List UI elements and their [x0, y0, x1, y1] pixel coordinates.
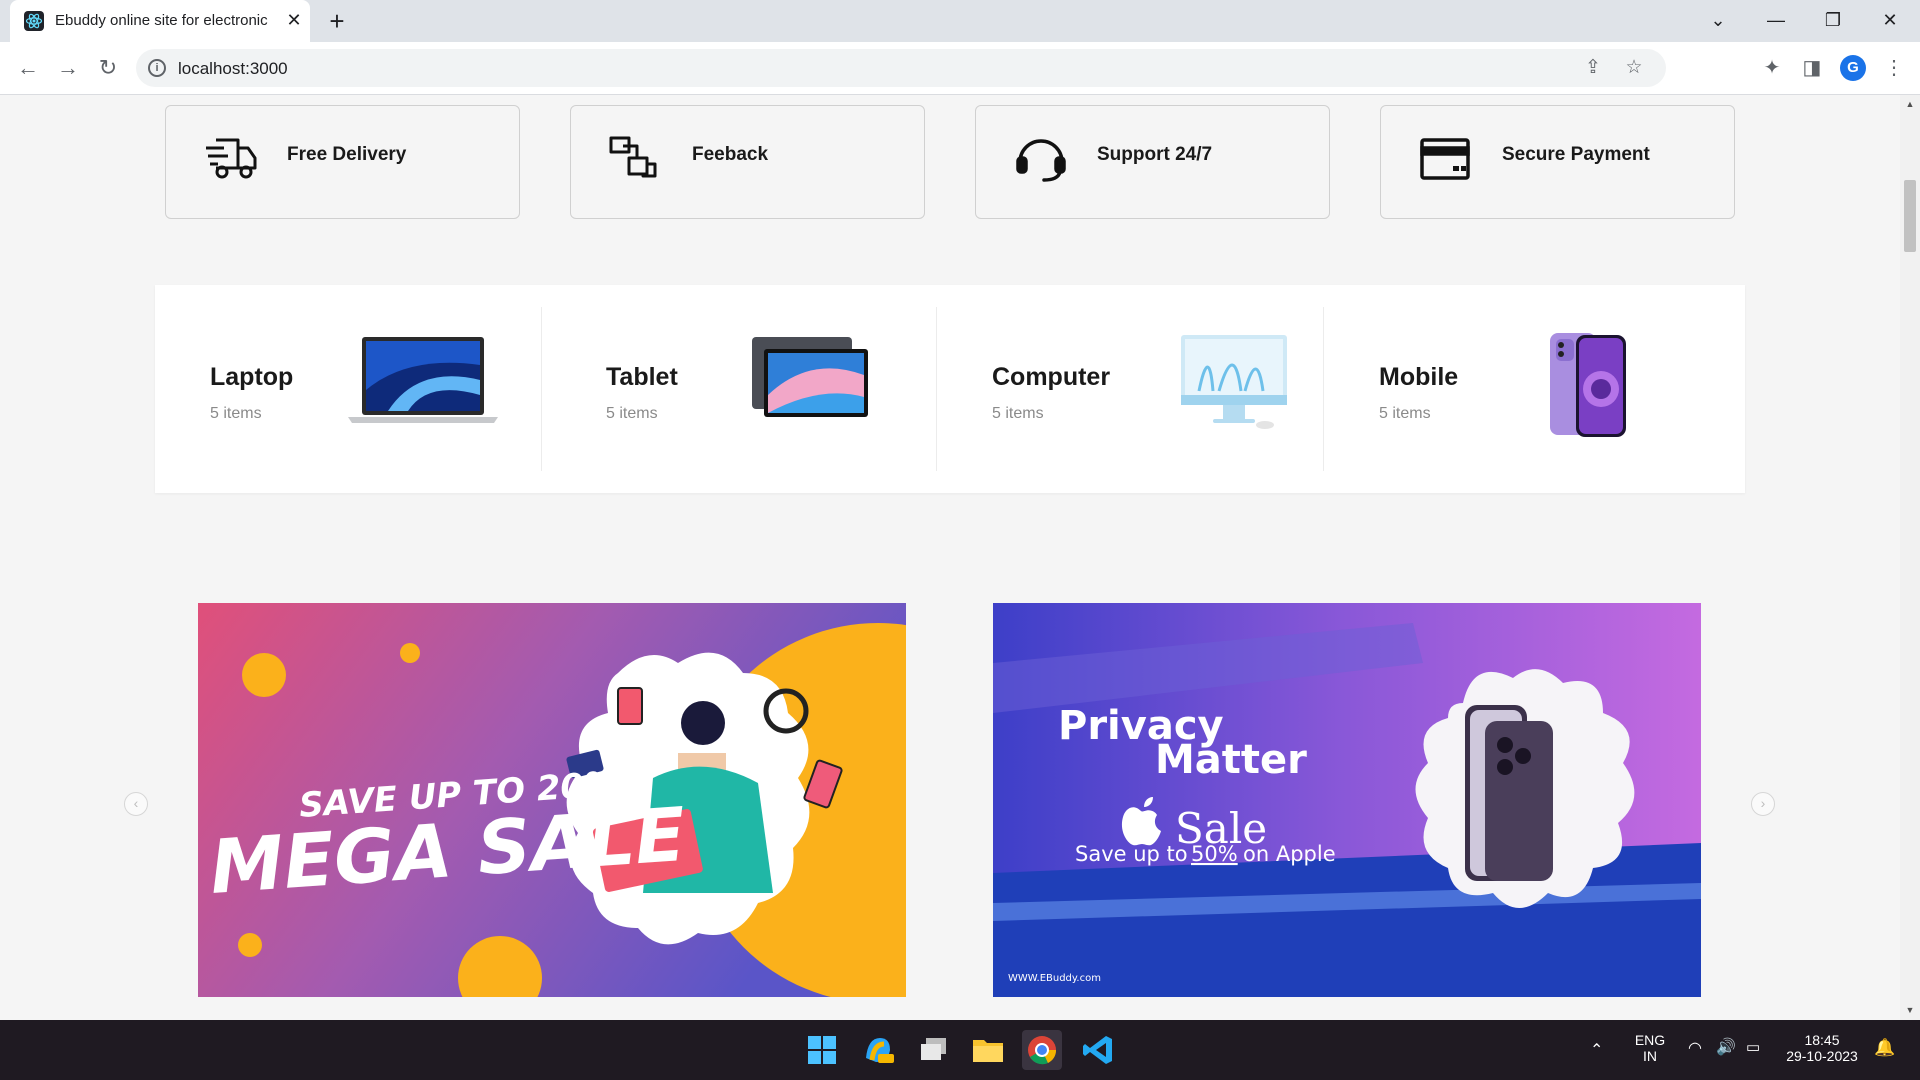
- windows-start-icon[interactable]: [802, 1030, 842, 1070]
- back-arrow-icon[interactable]: ←: [12, 52, 44, 84]
- side-panel-icon[interactable]: ◨: [1798, 54, 1826, 82]
- computer-image: [1179, 333, 1289, 438]
- feature-feedback: Feeback: [570, 105, 925, 219]
- browser-tab[interactable]: Ebuddy online site for electronic ✕: [10, 0, 310, 42]
- url-text: localhost:3000: [178, 59, 288, 78]
- clock-date: 29-10-2023: [1786, 1048, 1858, 1064]
- banner-privacy-matter[interactable]: Privacy Matter Sale Save up to 50% on Ap…: [993, 603, 1701, 997]
- react-favicon-icon: [24, 11, 44, 31]
- scroll-thumb[interactable]: [1904, 180, 1916, 252]
- laptop-image: [348, 335, 498, 430]
- feature-support: Support 24/7: [975, 105, 1330, 219]
- category-name: Tablet: [606, 363, 678, 391]
- divider: [541, 307, 542, 471]
- category-computer[interactable]: Computer 5 items: [937, 285, 1324, 493]
- tab-title: Ebuddy online site for electronic: [55, 12, 268, 29]
- restore-button[interactable]: ❐: [1805, 0, 1861, 40]
- clock-time: 18:45: [1804, 1032, 1840, 1048]
- new-tab-button[interactable]: +: [322, 6, 352, 36]
- category-laptop[interactable]: Laptop 5 items: [155, 285, 542, 493]
- language-indicator[interactable]: ENG IN: [1630, 1032, 1670, 1064]
- banner-right-tagline-pre: Save up to: [1075, 842, 1188, 866]
- forward-arrow-icon[interactable]: →: [52, 52, 84, 84]
- feature-label: Free Delivery: [287, 144, 407, 165]
- copilot-icon[interactable]: [858, 1030, 898, 1070]
- category-count: 5 items: [1379, 405, 1431, 422]
- page-scrollbar[interactable]: ▲ ▼: [1900, 95, 1920, 1020]
- scroll-up-arrow-icon[interactable]: ▲: [1900, 99, 1920, 109]
- tray-overflow-chevron-icon[interactable]: ⌃: [1590, 1040, 1603, 1060]
- banner-right-tagline-pct: 50%: [1191, 842, 1238, 866]
- banner-right-footer: WWW.EBuddy.com: [1008, 973, 1101, 984]
- banner-right-tagline-post: on Apple: [1243, 842, 1336, 866]
- clock[interactable]: 18:45 29-10-2023: [1782, 1032, 1862, 1064]
- feedback-icon: [609, 134, 663, 184]
- vscode-icon[interactable]: [1078, 1030, 1118, 1070]
- share-icon[interactable]: ⇪: [1582, 57, 1604, 79]
- page-viewport: Free Delivery Feeback Support 24/7 Secur…: [0, 95, 1900, 1020]
- category-count: 5 items: [210, 405, 262, 422]
- reload-icon[interactable]: ↻: [92, 52, 124, 84]
- chrome-menu-icon[interactable]: ⋮: [1880, 54, 1908, 82]
- battery-icon[interactable]: ▭: [1746, 1038, 1760, 1056]
- banner-mega-sale[interactable]: SAVE UP TO 20% MEGA SALE: [198, 603, 906, 997]
- address-bar[interactable]: i localhost:3000 ⇪ ☆: [136, 49, 1666, 87]
- tab-close-icon[interactable]: ✕: [282, 8, 306, 32]
- headset-icon: [1014, 134, 1068, 184]
- task-view-icon[interactable]: [914, 1030, 954, 1070]
- category-name: Computer: [992, 363, 1111, 391]
- volume-icon[interactable]: 🔊: [1716, 1037, 1736, 1057]
- carousel-prev-button[interactable]: ‹: [124, 792, 148, 816]
- banner-right-line2: Matter: [1155, 737, 1307, 783]
- chrome-taskbar-icon[interactable]: [1022, 1030, 1062, 1070]
- tablet-image: [750, 335, 870, 424]
- category-tablet[interactable]: Tablet 5 items: [550, 285, 937, 493]
- truck-icon: [204, 134, 258, 184]
- credit-card-icon: [1419, 134, 1473, 184]
- lang-line1: ENG: [1634, 1032, 1666, 1048]
- feature-label: Secure Payment: [1502, 144, 1650, 165]
- feature-free-delivery: Free Delivery: [165, 105, 520, 219]
- category-name: Laptop: [210, 363, 294, 391]
- category-strip: Laptop 5 items Tablet 5 items Computer 5…: [155, 285, 1745, 493]
- category-mobile[interactable]: Mobile 5 items: [1324, 285, 1745, 493]
- mobile-image: [1548, 331, 1630, 444]
- site-info-icon[interactable]: i: [148, 59, 166, 77]
- profile-avatar[interactable]: G: [1840, 55, 1866, 81]
- browser-tab-strip: Ebuddy online site for electronic ✕ + ⌄ …: [0, 0, 1920, 42]
- category-count: 5 items: [606, 405, 658, 422]
- tab-search-icon[interactable]: ⌄: [1690, 0, 1746, 40]
- notification-bell-icon[interactable]: 🔔: [1874, 1038, 1895, 1058]
- windows-taskbar: ⌃ ENG IN ◠ 🔊 ▭ 18:45 29-10-2023 🔔: [0, 1020, 1920, 1080]
- file-explorer-icon[interactable]: [968, 1030, 1008, 1070]
- browser-toolbar: ← → ↻ i localhost:3000 ⇪ ☆ ✦ ◨ G ⋮: [0, 42, 1920, 95]
- feature-label: Support 24/7: [1097, 144, 1213, 165]
- wifi-icon[interactable]: ◠: [1688, 1038, 1702, 1058]
- bookmark-star-icon[interactable]: ☆: [1623, 57, 1645, 79]
- feature-label: Feeback: [692, 144, 769, 165]
- category-count: 5 items: [992, 405, 1044, 422]
- minimize-button[interactable]: —: [1748, 0, 1804, 40]
- close-window-button[interactable]: ✕: [1862, 0, 1918, 40]
- feature-secure-payment: Secure Payment: [1380, 105, 1735, 219]
- category-name: Mobile: [1379, 363, 1459, 391]
- carousel-next-button[interactable]: ›: [1751, 792, 1775, 816]
- scroll-down-arrow-icon[interactable]: ▼: [1900, 1005, 1920, 1015]
- extensions-puzzle-icon[interactable]: ✦: [1758, 54, 1786, 82]
- lang-line2: IN: [1643, 1048, 1657, 1064]
